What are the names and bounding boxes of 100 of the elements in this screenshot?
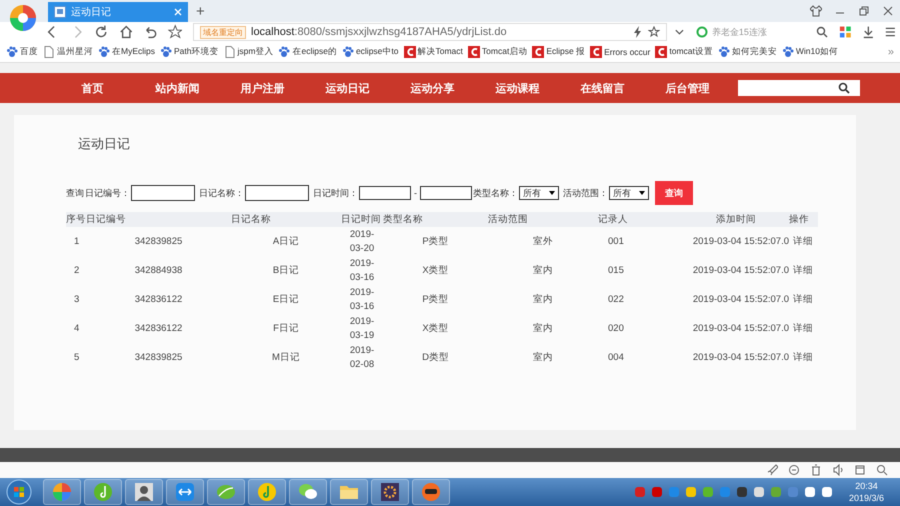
- bookmark-link[interactable]: Eclipse 报: [532, 46, 586, 58]
- date-field[interactable]: [359, 186, 411, 200]
- nav-link[interactable]: 用户注册: [220, 80, 305, 96]
- bookmark-link[interactable]: jspm登入: [224, 46, 274, 58]
- bookmark-link[interactable]: 百度: [6, 46, 38, 58]
- table-cell-text: 2019-02-08: [348, 344, 376, 372]
- undo-icon[interactable]: [143, 24, 158, 40]
- search-icon[interactable]: [816, 26, 828, 38]
- detail-link[interactable]: 详细: [789, 322, 818, 335]
- field-label: 日记编号：: [85, 186, 130, 200]
- table-cell-text: 2019-03-04 15:52:07.0: [692, 323, 789, 334]
- close-icon[interactable]: [882, 5, 894, 17]
- table-cell-text: F日记: [272, 322, 300, 335]
- table-cell-text: 3: [73, 294, 80, 305]
- address-field[interactable]: 域名重定向 localhost:8080/ssmjsxxjlwzhsg4187AHA5/ydrjList.do: [193, 23, 667, 41]
- bookmark-link[interactable]: 解决Tomact: [404, 46, 463, 58]
- c-logo-icon: [468, 46, 480, 58]
- caret-icon: [549, 191, 555, 195]
- c-logo-icon: [404, 46, 416, 58]
- column-header: 操作: [789, 213, 810, 226]
- grid-icon[interactable]: [838, 25, 852, 39]
- nav-link[interactable]: 首页: [50, 80, 135, 96]
- refresh-icon[interactable]: [788, 464, 800, 476]
- start-button[interactable]: [6, 479, 32, 505]
- nav-link[interactable]: 运动分享: [390, 80, 475, 96]
- column-header: 日记名称: [231, 213, 272, 226]
- more-bookmarks-button[interactable]: »: [888, 46, 894, 58]
- detail-link[interactable]: 详细: [789, 235, 818, 248]
- gear-icon[interactable]: [379, 481, 401, 503]
- detail-link[interactable]: 详细: [789, 293, 818, 306]
- bookmark-link[interactable]: eclipse中to: [342, 46, 398, 58]
- caret-icon: [639, 191, 645, 195]
- text-field[interactable]: [245, 185, 309, 201]
- column-header: 记录人: [598, 213, 629, 226]
- redirect-badge: 域名重定向: [200, 26, 246, 38]
- music-note-icon[interactable]: [92, 481, 114, 503]
- table-cell-text: 004: [607, 352, 625, 363]
- search-button[interactable]: 查询: [655, 181, 693, 205]
- bookmark-link[interactable]: Errors occur: [590, 46, 650, 58]
- star-icon[interactable]: [168, 24, 182, 40]
- rocket-icon[interactable]: [766, 464, 778, 476]
- table-cell-text: 室内: [532, 351, 554, 364]
- search-icon[interactable]: [838, 82, 850, 94]
- shirt-icon[interactable]: [810, 5, 822, 17]
- bookmark-link[interactable]: 温州星河: [43, 46, 93, 58]
- table-cell-text: E日记: [272, 293, 300, 306]
- nav-link[interactable]: 在线留言: [560, 80, 645, 96]
- table-cell-text: M日记: [271, 351, 301, 364]
- nav-link[interactable]: 运动课程: [475, 80, 560, 96]
- bookmark-link[interactable]: tomcat设置: [655, 46, 713, 58]
- date-field[interactable]: [420, 186, 472, 200]
- table-cell-text: 015: [607, 265, 625, 276]
- field-label: 日记时间：: [313, 186, 358, 200]
- table-cell-text: X类型: [421, 264, 450, 277]
- detail-link[interactable]: 详细: [789, 264, 818, 277]
- reload-icon[interactable]: [94, 24, 108, 40]
- table-cell-text: D类型: [421, 351, 450, 364]
- paw-icon: [782, 46, 794, 58]
- table-cell-text: 室外: [532, 235, 554, 248]
- table-cell-text: 2019-03-16: [348, 286, 376, 314]
- table-cell-text: 022: [607, 294, 625, 305]
- mascot-icon[interactable]: [420, 481, 442, 503]
- bookmark-link[interactable]: Tomcat启动: [468, 46, 528, 58]
- star-icon[interactable]: [648, 26, 660, 38]
- search-field[interactable]: [738, 80, 860, 96]
- nav-link[interactable]: 站内新闻: [135, 80, 220, 96]
- c-logo-icon: [590, 46, 602, 58]
- music-note-icon[interactable]: [256, 481, 278, 503]
- lightning-icon[interactable]: [633, 26, 643, 38]
- window-icon[interactable]: [854, 464, 866, 476]
- clock-date: 2019/3/6: [848, 492, 884, 504]
- column-header: 类型名称: [383, 213, 424, 226]
- restore-icon[interactable]: [858, 5, 870, 17]
- table-cell-text: P类型: [421, 235, 450, 248]
- nav-link[interactable]: 运动日记: [305, 80, 390, 96]
- table-cell-text: 2019-03-04 15:52:07.0: [692, 265, 789, 276]
- paw-icon: [6, 46, 18, 58]
- table-cell-text: 342839825: [134, 236, 184, 247]
- select-dropdown[interactable]: 所有: [609, 186, 649, 200]
- avatar-icon[interactable]: [133, 481, 155, 503]
- download-icon[interactable]: [862, 25, 874, 39]
- bookmark-link[interactable]: 在eclipse的: [278, 46, 337, 58]
- text-field[interactable]: [131, 185, 195, 201]
- bookmark-link[interactable]: 如何完美安: [718, 46, 777, 58]
- menu-icon[interactable]: [884, 25, 897, 39]
- bookmark-link[interactable]: 在MyEclips: [98, 46, 156, 58]
- column-header: 活动范围: [488, 213, 529, 226]
- home-icon[interactable]: [118, 24, 133, 40]
- bookmark-link[interactable]: Path环境变: [160, 46, 219, 58]
- trash-icon[interactable]: [810, 464, 822, 476]
- new-tab-button[interactable]: +: [196, 2, 205, 22]
- search-icon[interactable]: [876, 464, 888, 476]
- column-header: 序号: [66, 213, 86, 226]
- table-cell-text: 5: [73, 352, 80, 363]
- detail-link[interactable]: 详细: [789, 351, 818, 364]
- paw-icon: [98, 46, 110, 58]
- bookmark-link[interactable]: Win10如何: [782, 46, 838, 58]
- table-cell-text: P类型: [421, 293, 450, 306]
- select-dropdown[interactable]: 所有: [519, 186, 559, 200]
- nav-link[interactable]: 后台管理: [645, 80, 730, 96]
